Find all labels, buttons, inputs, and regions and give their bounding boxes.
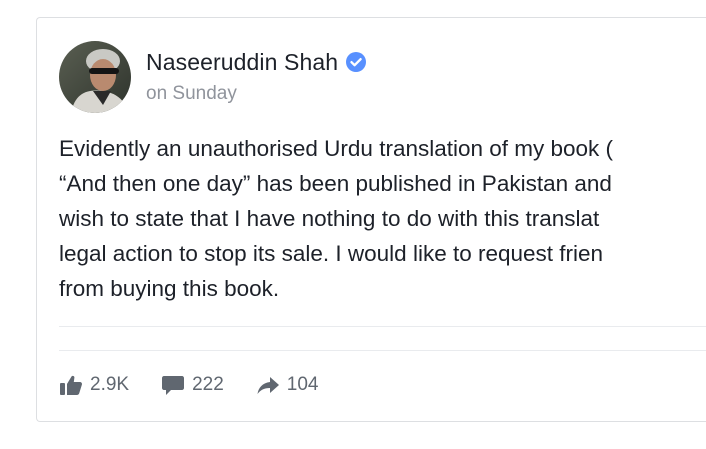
divider <box>59 326 706 327</box>
author-row: Naseeruddin Shah <box>146 47 367 77</box>
share-stat[interactable]: 104 <box>256 374 319 396</box>
avatar-image <box>59 41 131 113</box>
post-line: “And then one day” has been published in… <box>59 171 612 196</box>
engagement-stats: 2.9K 222 104 <box>59 370 351 400</box>
post-timestamp[interactable]: on Sunday <box>146 81 366 107</box>
post-line: from buying this book. <box>59 276 280 301</box>
comment-count: 222 <box>192 374 224 395</box>
speech-bubble-icon <box>162 376 185 395</box>
comment-stat[interactable]: 222 <box>161 374 224 396</box>
divider <box>59 350 706 351</box>
post-line: wish to state that I have nothing to do … <box>59 206 600 231</box>
like-count: 2.9K <box>90 374 130 395</box>
avatar[interactable] <box>59 41 131 113</box>
author-name[interactable]: Naseeruddin Shah <box>146 47 338 77</box>
post-body: Evidently an unauthorised Urdu translati… <box>59 131 699 306</box>
like-stat[interactable]: 2.9K <box>59 374 129 396</box>
post-card: Naseeruddin Shah on Sunday Evidently an … <box>36 17 706 422</box>
share-arrow-icon <box>257 377 279 394</box>
post-line: Evidently an unauthorised Urdu translati… <box>59 136 614 161</box>
verified-badge-icon <box>346 52 367 72</box>
post-line: legal action to stop its sale. I would l… <box>59 241 604 266</box>
post-meta: Naseeruddin Shah on Sunday <box>146 47 367 107</box>
thumbs-up-icon <box>60 375 82 395</box>
post-header: Naseeruddin Shah on Sunday <box>59 40 367 114</box>
share-count: 104 <box>286 374 319 395</box>
